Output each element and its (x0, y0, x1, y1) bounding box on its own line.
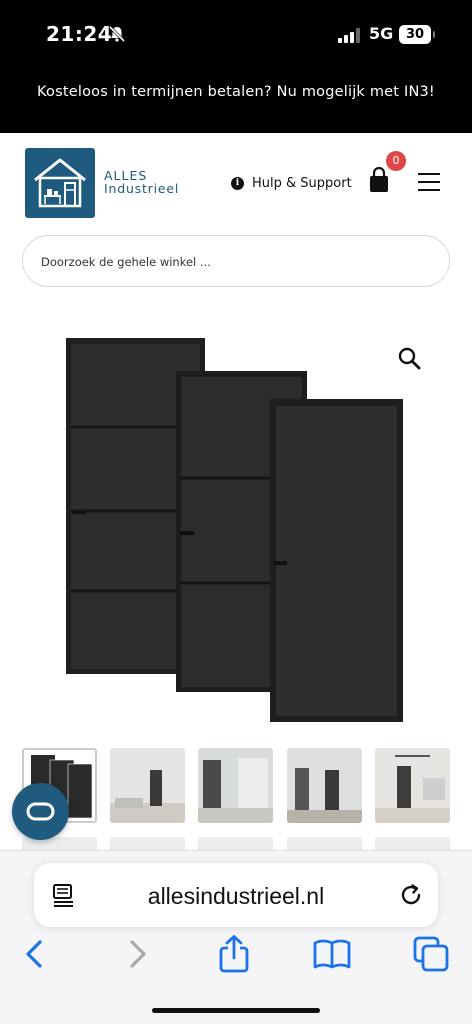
zoom-icon[interactable] (397, 346, 421, 370)
chat-button[interactable] (12, 783, 69, 840)
battery-indicator: 30 (399, 25, 435, 44)
thumbnail-3[interactable] (198, 748, 273, 823)
logo-line-2: Industrieel (104, 181, 180, 196)
shopping-bag-icon[interactable] (368, 167, 390, 193)
thumbnail-8[interactable] (198, 837, 273, 851)
logo-wordmark[interactable]: ALLES Industrieel (104, 169, 179, 195)
share-icon[interactable] (214, 934, 254, 974)
top-bar: 21:24 5G 30 Kosteloos in termijnen betal… (0, 0, 472, 133)
thumbnail-7[interactable] (110, 837, 185, 851)
search-input[interactable]: Doorzoek de gehele winkel ... (22, 235, 450, 287)
help-support-label: Hulp & Support (252, 176, 352, 191)
status-time: 21:24 (46, 22, 113, 46)
hamburger-menu-icon[interactable] (418, 173, 440, 191)
forward-icon[interactable] (116, 934, 156, 974)
tabs-icon[interactable] (411, 934, 451, 974)
search-placeholder: Doorzoek de gehele winkel ... (41, 255, 211, 269)
thumbnail-5[interactable] (375, 748, 450, 823)
thumbnail-room-image (198, 748, 273, 823)
info-icon: i (231, 177, 244, 190)
signal-icon (338, 28, 360, 43)
thumbnail-9[interactable] (287, 837, 362, 851)
bell-muted-icon (108, 25, 126, 43)
house-logo-icon (34, 158, 86, 208)
thumbnail-4[interactable] (287, 748, 362, 823)
network-label: 5G (369, 24, 394, 43)
promo-banner[interactable]: Kosteloos in termijnen betalen? Nu mogel… (0, 84, 472, 100)
site-logo[interactable] (25, 148, 95, 218)
thumbnail-strip (22, 748, 472, 851)
thumbnail-room-image (110, 748, 185, 823)
thumbnail-10[interactable] (375, 837, 450, 851)
chat-icon (26, 802, 55, 821)
url-text: allesindustrieel.nl (147, 883, 325, 909)
thumbnail-room-image (375, 748, 450, 823)
back-icon[interactable] (16, 934, 56, 974)
home-indicator[interactable] (152, 1008, 320, 1013)
thumbnail-2[interactable] (110, 748, 185, 823)
address-bar[interactable]: allesindustrieel.nl (34, 863, 438, 927)
site-header: ALLES Industrieel i Hulp & Support 0 (0, 133, 472, 233)
product-image[interactable] (0, 320, 472, 740)
thumbnail-room-image (287, 748, 362, 823)
cart-count-badge: 0 (386, 151, 406, 171)
reload-icon[interactable] (398, 882, 424, 908)
help-support-link[interactable]: i Hulp & Support (231, 176, 352, 191)
door-3 (270, 399, 403, 722)
bookmarks-icon[interactable] (312, 934, 352, 974)
